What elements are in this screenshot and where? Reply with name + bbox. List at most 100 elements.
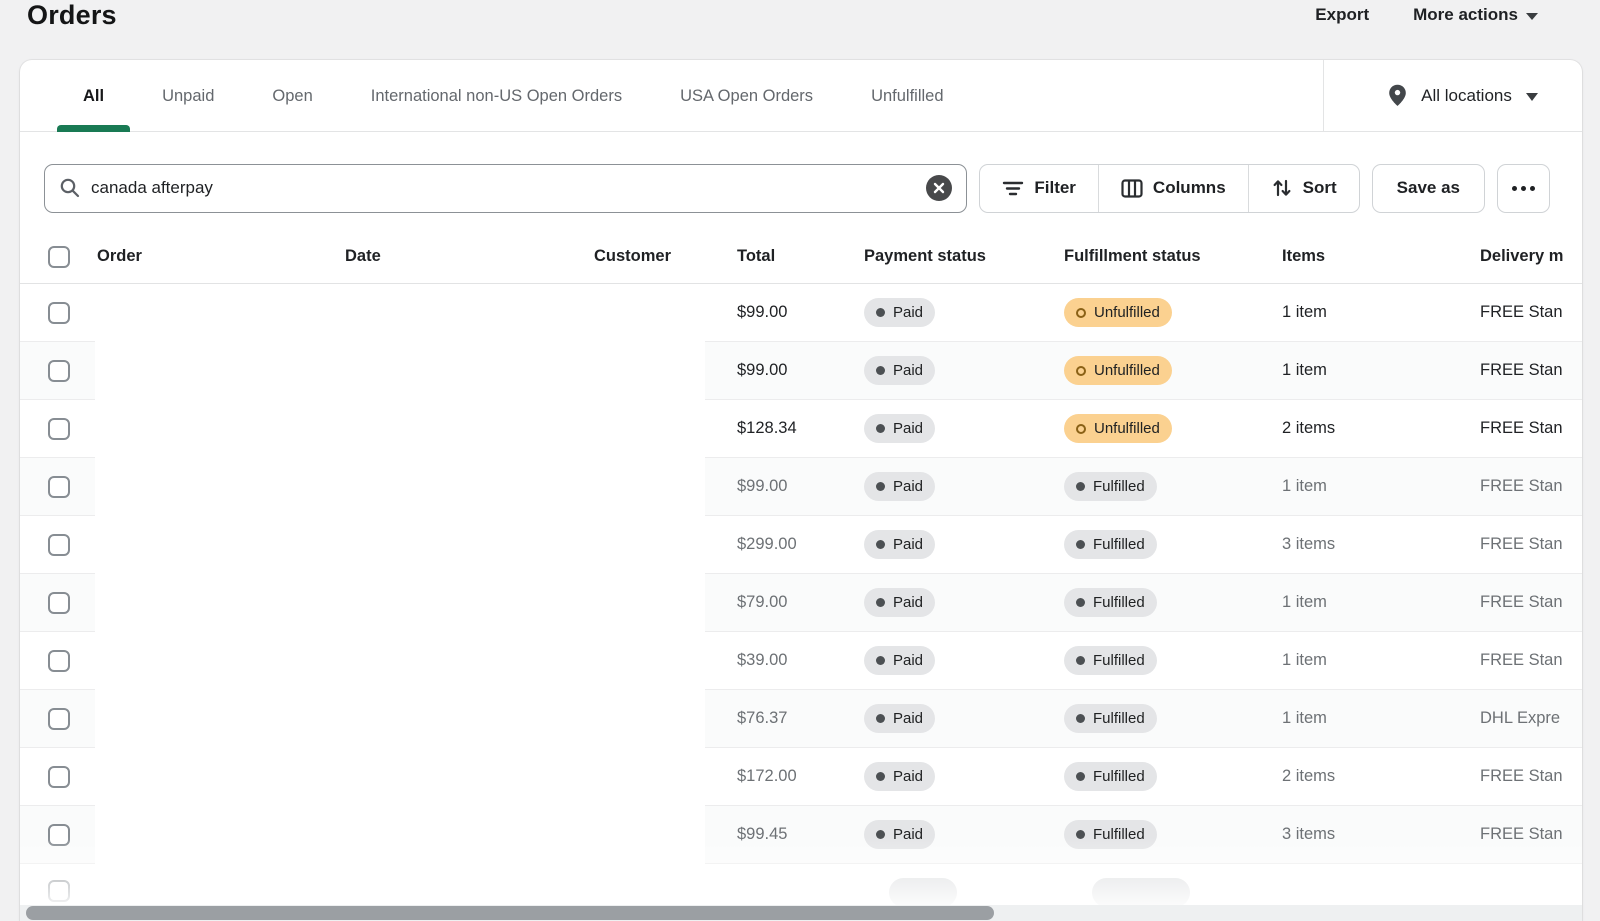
delivery-method-cell: FREE Stan xyxy=(1444,361,1582,380)
save-as-button[interactable]: Save as xyxy=(1372,164,1485,213)
delivery-method-cell: FREE Stan xyxy=(1444,303,1582,322)
status-dot-icon xyxy=(876,656,885,665)
column-header-date[interactable]: Date xyxy=(345,247,594,266)
status-dot-icon xyxy=(876,714,885,723)
row-checkbox[interactable] xyxy=(48,592,70,614)
table-body: $99.00 Paid Unfulfilled 1 item FREE Stan… xyxy=(20,284,1582,921)
row-checkbox[interactable] xyxy=(48,650,70,672)
delivery-method-cell: DHL Expre xyxy=(1444,709,1582,728)
delivery-method-cell: FREE Stan xyxy=(1444,651,1582,670)
status-dot-icon xyxy=(1076,830,1085,839)
fulfillment-status-badge: Fulfilled xyxy=(1064,588,1157,617)
row-checkbox[interactable] xyxy=(48,418,70,440)
status-dot-icon xyxy=(1076,598,1085,607)
payment-status-badge: Paid xyxy=(864,704,935,733)
tab-international-non-us-open-orders[interactable]: International non-US Open Orders xyxy=(342,60,651,132)
export-button[interactable]: Export xyxy=(1315,5,1369,25)
table-row[interactable]: $79.00 Paid Fulfilled 1 item FREE Stan xyxy=(20,574,1582,632)
row-checkbox[interactable] xyxy=(48,708,70,730)
table-row[interactable]: $99.00 Paid Unfulfilled 1 item FREE Stan xyxy=(20,342,1582,400)
table-row[interactable]: $299.00 Paid Fulfilled 3 items FREE Stan xyxy=(20,516,1582,574)
status-dot-icon xyxy=(1076,656,1085,665)
column-header-delivery-method[interactable]: Delivery m xyxy=(1444,247,1582,266)
status-dot-icon xyxy=(876,598,885,607)
clear-search-icon[interactable] xyxy=(926,175,952,201)
fulfillment-status-badge xyxy=(1092,878,1190,907)
status-dot-icon xyxy=(1076,540,1085,549)
search-box[interactable] xyxy=(44,164,967,213)
table-row[interactable]: $99.00 Paid Fulfilled 1 item FREE Stan xyxy=(20,458,1582,516)
fulfillment-status-badge: Fulfilled xyxy=(1064,820,1157,849)
orders-card: All Unpaid Open International non-US Ope… xyxy=(20,60,1582,921)
delivery-method-cell: FREE Stan xyxy=(1444,477,1582,496)
filter-button[interactable]: Filter xyxy=(980,165,1098,212)
row-checkbox[interactable] xyxy=(48,302,70,324)
tabs-divider xyxy=(1323,60,1324,131)
fulfillment-status-badge: Unfulfilled xyxy=(1064,298,1172,327)
column-header-customer[interactable]: Customer xyxy=(594,247,737,266)
tab-unpaid[interactable]: Unpaid xyxy=(133,60,243,132)
horizontal-scrollbar-thumb[interactable] xyxy=(26,906,994,920)
filter-icon xyxy=(1002,179,1024,197)
ellipsis-icon xyxy=(1512,186,1535,191)
table-row[interactable]: $39.00 Paid Fulfilled 1 item FREE Stan xyxy=(20,632,1582,690)
status-dot-icon xyxy=(876,366,885,375)
fulfillment-status-badge: Fulfilled xyxy=(1064,646,1157,675)
status-dot-icon xyxy=(876,830,885,839)
tab-open[interactable]: Open xyxy=(243,60,341,132)
horizontal-scrollbar[interactable] xyxy=(20,905,1582,921)
location-filter-button[interactable]: All locations xyxy=(1344,60,1582,131)
page-header: Orders Export More actions xyxy=(0,0,1600,56)
table-row[interactable]: $172.00 Paid Fulfilled 2 items FREE Stan xyxy=(20,748,1582,806)
columns-button[interactable]: Columns xyxy=(1098,165,1248,212)
column-header-total[interactable]: Total xyxy=(737,247,864,266)
total-cell: $99.00 xyxy=(737,303,864,322)
payment-status-badge: Paid xyxy=(864,298,935,327)
more-options-button[interactable] xyxy=(1497,164,1550,213)
total-cell: $128.34 xyxy=(737,419,864,438)
fulfillment-status-badge: Fulfilled xyxy=(1064,762,1157,791)
row-checkbox[interactable] xyxy=(48,360,70,382)
row-checkbox[interactable] xyxy=(48,766,70,788)
table-rows-host: $99.00 Paid Unfulfilled 1 item FREE Stan… xyxy=(20,284,1582,864)
payment-status-badge: Paid xyxy=(864,356,935,385)
delivery-method-cell: FREE Stan xyxy=(1444,825,1582,844)
payment-status-badge: Paid xyxy=(864,414,935,443)
fulfillment-status-badge: Fulfilled xyxy=(1064,530,1157,559)
select-all-checkbox[interactable] xyxy=(48,246,70,268)
fulfillment-status-badge: Fulfilled xyxy=(1064,704,1157,733)
column-header-fulfillment-status[interactable]: Fulfillment status xyxy=(1064,247,1282,266)
table-row[interactable]: $128.34 Paid Unfulfilled 2 items FREE St… xyxy=(20,400,1582,458)
header-actions: Export More actions xyxy=(1315,5,1538,25)
table-header: Order Date Customer Total Payment status… xyxy=(20,230,1582,284)
status-dot-icon xyxy=(876,772,885,781)
page-title: Orders xyxy=(27,0,117,31)
row-checkbox[interactable] xyxy=(48,824,70,846)
total-cell: $299.00 xyxy=(737,535,864,554)
table-row[interactable]: $99.45 Paid Fulfilled 3 items FREE Stan xyxy=(20,806,1582,864)
column-header-order[interactable]: Order xyxy=(97,247,345,266)
payment-status-badge: Paid xyxy=(864,646,935,675)
status-dot-icon xyxy=(1076,714,1085,723)
items-cell: 1 item xyxy=(1282,651,1444,670)
more-actions-button[interactable]: More actions xyxy=(1413,5,1538,25)
tab-all[interactable]: All xyxy=(54,60,133,132)
column-header-payment-status[interactable]: Payment status xyxy=(864,247,1064,266)
table-row[interactable]: $99.00 Paid Unfulfilled 1 item FREE Stan xyxy=(20,284,1582,342)
items-cell: 1 item xyxy=(1282,303,1444,322)
row-checkbox[interactable] xyxy=(48,476,70,498)
table-row[interactable]: $76.37 Paid Fulfilled 1 item DHL Expre xyxy=(20,690,1582,748)
status-dot-icon xyxy=(1076,308,1086,318)
row-checkbox[interactable] xyxy=(48,880,70,902)
search-input[interactable] xyxy=(91,178,916,198)
columns-icon xyxy=(1121,179,1143,198)
column-header-items[interactable]: Items xyxy=(1282,247,1444,266)
sort-button[interactable]: Sort xyxy=(1248,165,1359,212)
tab-unfulfilled[interactable]: Unfulfilled xyxy=(842,60,972,132)
table-controls-group: Filter Columns Sort xyxy=(979,164,1359,213)
row-checkbox[interactable] xyxy=(48,534,70,556)
tab-list: All Unpaid Open International non-US Ope… xyxy=(54,60,973,132)
tab-usa-open-orders[interactable]: USA Open Orders xyxy=(651,60,842,132)
status-dot-icon xyxy=(876,308,885,317)
status-dot-icon xyxy=(1076,366,1086,376)
